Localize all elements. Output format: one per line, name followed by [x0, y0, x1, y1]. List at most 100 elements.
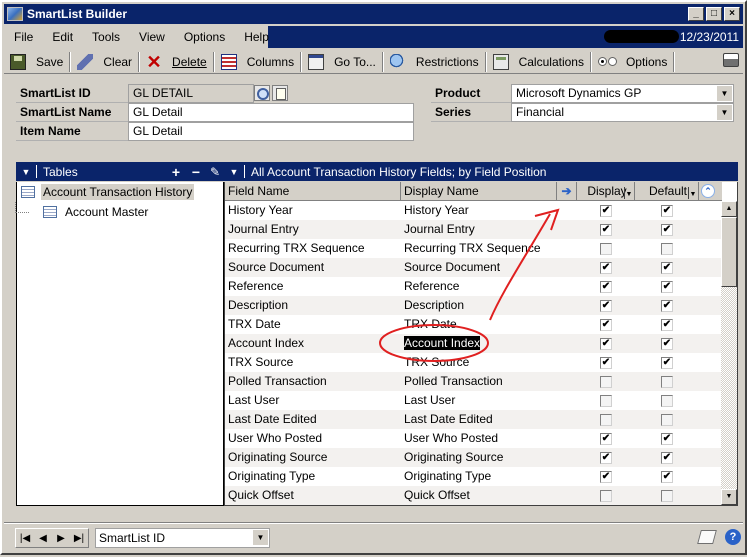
display-name-cell[interactable]: Recurring TRX Sequence: [401, 239, 577, 258]
menu-options[interactable]: Options: [174, 30, 234, 44]
columns-button[interactable]: Columns: [215, 51, 300, 73]
table-row[interactable]: Originating Type Originating Type ✔ ✔: [225, 467, 722, 486]
table-row[interactable]: History Year History Year ✔ ✔: [225, 201, 722, 220]
close-button[interactable]: ×: [724, 7, 740, 21]
next-record-icon[interactable]: ▶: [54, 533, 68, 544]
collapse-chevron-icon[interactable]: ▼: [226, 167, 242, 177]
column-header-display-name[interactable]: Display Name: [401, 182, 557, 201]
column-header-field-name[interactable]: Field Name: [225, 182, 401, 201]
goto-button[interactable]: Go To...: [302, 51, 382, 73]
display-checkbox[interactable]: ✔: [600, 451, 612, 464]
display-checkbox[interactable]: [600, 242, 612, 255]
smartlist-name-field[interactable]: GL Detail: [128, 103, 414, 122]
default-checkbox[interactable]: ✔: [661, 299, 673, 312]
table-row[interactable]: Last Date Edited Last Date Edited: [225, 410, 722, 429]
last-record-icon[interactable]: ▶|: [72, 533, 86, 544]
display-checkbox[interactable]: ✔: [600, 356, 612, 369]
column-header-display[interactable]: Display ▼: [577, 182, 635, 201]
default-checkbox[interactable]: [661, 394, 673, 407]
menu-tools[interactable]: Tools: [82, 30, 129, 44]
arrow-right-icon[interactable]: ➔: [557, 182, 577, 201]
sort-dropdown-icon[interactable]: ▼: [624, 187, 633, 199]
scroll-up-button[interactable]: ▲: [721, 201, 737, 217]
display-checkbox[interactable]: ✔: [600, 470, 612, 483]
display-name-cell[interactable]: Polled Transaction: [401, 372, 577, 391]
default-checkbox[interactable]: ✔: [661, 280, 673, 293]
default-checkbox[interactable]: [661, 375, 673, 388]
collapse-up-icon[interactable]: ⌃: [701, 184, 715, 198]
display-checkbox[interactable]: ✔: [600, 299, 612, 312]
chevron-down-icon[interactable]: ▼: [717, 86, 732, 101]
product-select[interactable]: Microsoft Dynamics GP ▼: [511, 84, 734, 103]
table-row[interactable]: Recurring TRX Sequence Recurring TRX Sequ…: [225, 239, 722, 258]
display-checkbox[interactable]: ✔: [600, 432, 612, 445]
tree-item-account-transaction-history[interactable]: Account Transaction History: [21, 183, 195, 201]
menu-file[interactable]: File: [4, 30, 42, 44]
display-name-cell[interactable]: Journal Entry: [401, 220, 577, 239]
save-button[interactable]: Save: [4, 51, 69, 73]
display-checkbox[interactable]: ✔: [600, 204, 612, 217]
default-checkbox[interactable]: ✔: [661, 318, 673, 331]
title-bar[interactable]: SmartList Builder _ □ ×: [4, 4, 743, 24]
clear-button[interactable]: Clear: [71, 51, 138, 73]
vertical-scrollbar[interactable]: ▲ ▼: [721, 201, 737, 505]
chevron-down-icon[interactable]: ▼: [253, 530, 268, 545]
tree-item-account-master[interactable]: Account Master: [43, 203, 148, 221]
display-name-cell[interactable]: TRX Source: [401, 353, 577, 372]
browse-by-select[interactable]: SmartList ID ▼: [95, 528, 270, 548]
default-checkbox[interactable]: [661, 413, 673, 426]
display-name-cell[interactable]: Quick Offset: [401, 486, 577, 505]
default-checkbox[interactable]: [661, 242, 673, 255]
display-checkbox[interactable]: [600, 375, 612, 388]
restrictions-button[interactable]: Restrictions: [384, 51, 485, 73]
column-header-default[interactable]: Default ▼: [635, 182, 699, 201]
edit-pencil-icon[interactable]: ✎: [206, 165, 224, 179]
default-checkbox[interactable]: ✔: [661, 451, 673, 464]
table-row[interactable]: TRX Date TRX Date ✔ ✔: [225, 315, 722, 334]
calculations-button[interactable]: Calculations: [487, 51, 590, 73]
first-record-icon[interactable]: |◀: [18, 533, 32, 544]
display-checkbox[interactable]: [600, 394, 612, 407]
smartlist-id-field[interactable]: GL DETAIL: [128, 84, 254, 103]
display-name-cell[interactable]: Last User: [401, 391, 577, 410]
display-checkbox[interactable]: ✔: [600, 337, 612, 350]
maximize-button[interactable]: □: [706, 7, 722, 21]
display-checkbox[interactable]: [600, 489, 612, 502]
display-name-cell[interactable]: Originating Type: [401, 467, 577, 486]
display-name-cell[interactable]: Originating Source: [401, 448, 577, 467]
remove-table-button[interactable]: −: [186, 164, 206, 180]
menu-help[interactable]: Help: [234, 30, 278, 44]
table-row[interactable]: Account Index Account Index ✔ ✔: [225, 334, 722, 353]
previous-record-icon[interactable]: ◀: [36, 533, 50, 544]
display-checkbox[interactable]: ✔: [600, 280, 612, 293]
display-name-cell[interactable]: User Who Posted: [401, 429, 577, 448]
default-checkbox[interactable]: ✔: [661, 204, 673, 217]
table-row[interactable]: Last User Last User: [225, 391, 722, 410]
default-checkbox[interactable]: ✔: [661, 337, 673, 350]
table-row[interactable]: TRX Source TRX Source ✔ ✔: [225, 353, 722, 372]
display-name-cell[interactable]: Source Document: [401, 258, 577, 277]
add-table-button[interactable]: +: [166, 164, 186, 180]
table-row[interactable]: Originating Source Originating Source ✔ ✔: [225, 448, 722, 467]
options-button[interactable]: Options: [592, 51, 673, 73]
table-row[interactable]: Journal Entry Journal Entry ✔ ✔: [225, 220, 722, 239]
table-row[interactable]: Quick Offset Quick Offset: [225, 486, 722, 505]
table-row[interactable]: Reference Reference ✔ ✔: [225, 277, 722, 296]
menu-edit[interactable]: Edit: [42, 30, 82, 44]
table-row[interactable]: Description Description ✔ ✔: [225, 296, 722, 315]
display-name-cell[interactable]: TRX Date: [401, 315, 577, 334]
default-checkbox[interactable]: ✔: [661, 470, 673, 483]
default-checkbox[interactable]: ✔: [661, 356, 673, 369]
chevron-down-icon[interactable]: ▼: [717, 105, 732, 120]
new-note-icon[interactable]: [272, 85, 288, 101]
display-name-cell[interactable]: Last Date Edited: [401, 410, 577, 429]
help-icon[interactable]: ?: [725, 529, 741, 545]
display-checkbox[interactable]: [600, 413, 612, 426]
minimize-button[interactable]: _: [688, 7, 704, 21]
table-row[interactable]: Polled Transaction Polled Transaction: [225, 372, 722, 391]
series-select[interactable]: Financial ▼: [511, 103, 734, 122]
display-name-cell[interactable]: Account Index: [401, 334, 577, 353]
display-checkbox[interactable]: ✔: [600, 223, 612, 236]
lookup-icon[interactable]: [254, 85, 270, 101]
item-name-field[interactable]: GL Detail: [128, 122, 414, 141]
